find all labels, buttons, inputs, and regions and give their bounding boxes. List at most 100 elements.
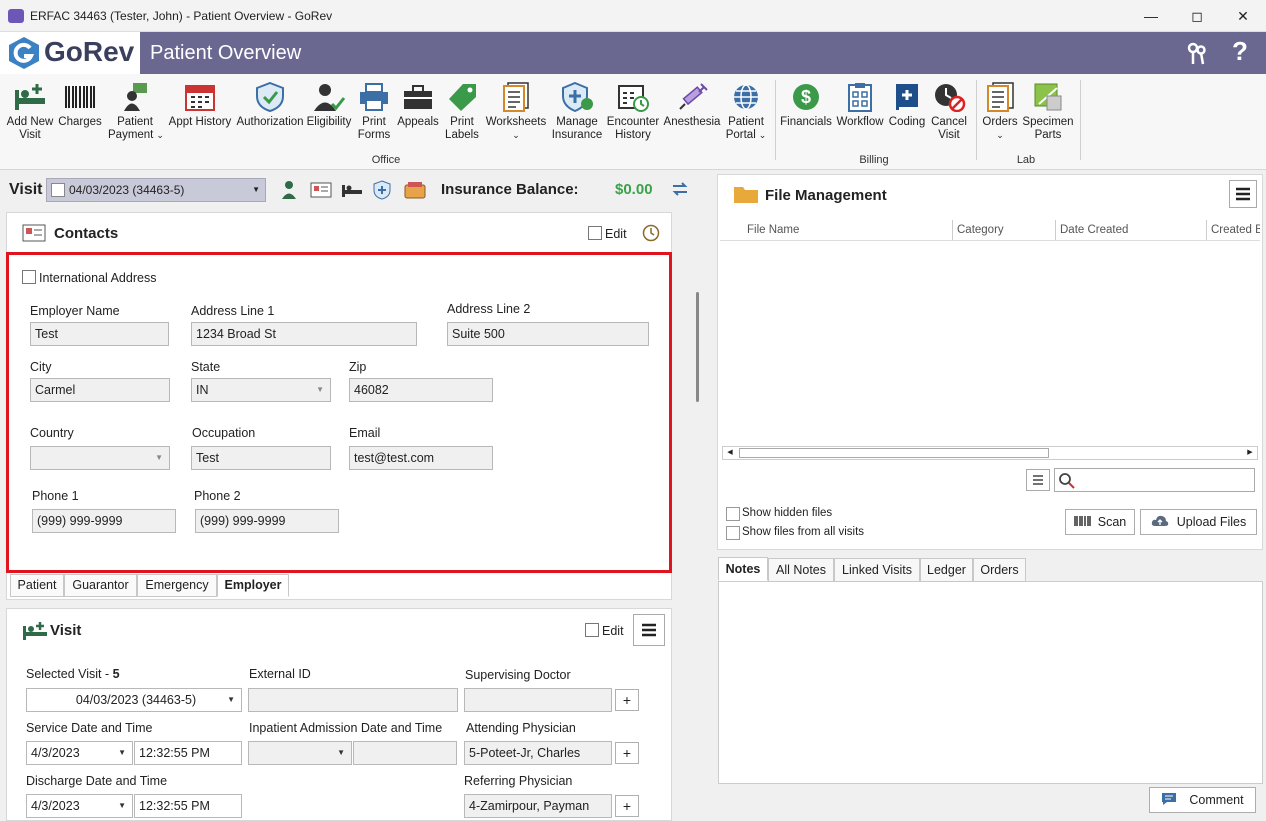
column-created-by[interactable]: Created B <box>1207 220 1260 240</box>
patient-portal-button[interactable]: Patient Portal ⌄ <box>722 80 770 160</box>
inpatient-time-field[interactable] <box>353 741 457 765</box>
service-date-value: 4/3/2023 <box>31 746 80 760</box>
barcode-icon <box>1074 516 1091 526</box>
scan-button[interactable]: Scan <box>1065 509 1135 535</box>
worksheets-button[interactable]: Worksheets ⌄ <box>484 80 548 160</box>
h-scrollbar-thumb[interactable] <box>739 448 1049 458</box>
visit-edit-checkbox[interactable] <box>585 623 599 637</box>
show-hidden-checkbox[interactable] <box>726 507 740 521</box>
minimize-button[interactable]: — <box>1128 0 1174 32</box>
authorization-button[interactable]: Authorization <box>236 80 304 160</box>
international-address-checkbox[interactable] <box>22 270 36 284</box>
add-referring-button[interactable]: + <box>615 795 639 817</box>
address-line-2-field[interactable]: Suite 500 <box>447 322 649 346</box>
address-line-1-field[interactable]: 1234 Broad St <box>191 322 417 346</box>
main-scrollbar[interactable] <box>692 212 704 821</box>
discharge-time-field[interactable]: 12:32:55 PM <box>134 794 242 818</box>
maximize-button[interactable]: ◻ <box>1174 0 1220 32</box>
specimen-parts-button[interactable]: Specimen Parts <box>1022 80 1074 160</box>
external-id-field[interactable] <box>248 688 458 712</box>
bed-icon[interactable] <box>341 182 363 201</box>
add-attending-button[interactable]: + <box>615 742 639 764</box>
eligibility-button[interactable]: Eligibility <box>306 80 352 160</box>
add-new-visit-button[interactable]: Add New Visit <box>4 80 56 160</box>
manage-insurance-button[interactable]: Manage Insurance <box>550 80 604 160</box>
column-date-created[interactable]: Date Created <box>1056 220 1207 240</box>
country-select[interactable]: ▼ <box>30 446 170 470</box>
file-list-view-button[interactable] <box>1026 469 1050 491</box>
zip-field[interactable]: 46082 <box>349 378 493 402</box>
service-time-field[interactable]: 12:32:55 PM <box>134 741 242 765</box>
scrollbar-thumb[interactable] <box>696 292 699 402</box>
coding-button[interactable]: Coding <box>886 80 928 160</box>
insurance-balance-value: $0.00 <box>615 181 653 198</box>
tab-employer[interactable]: Employer <box>217 574 289 597</box>
anesthesia-button[interactable]: Anesthesia <box>662 80 722 160</box>
contact-card-icon[interactable] <box>310 182 332 201</box>
keys-icon[interactable] <box>1184 40 1210 66</box>
attending-physician-field[interactable]: 5-Poteet-Jr, Charles <box>464 741 612 765</box>
ribbon-label: Print <box>362 116 386 128</box>
appeals-button[interactable]: Appeals <box>396 80 440 160</box>
email-field[interactable]: test@test.com <box>349 446 493 470</box>
tab-ledger[interactable]: Ledger <box>920 558 973 582</box>
history-clock-icon[interactable] <box>642 224 660 245</box>
patient-payment-button[interactable]: Patient Payment ⌄ <box>108 80 164 160</box>
file-menu-button[interactable] <box>1229 180 1257 208</box>
referring-physician-field[interactable]: 4-Zamirpour, Payman <box>464 794 612 818</box>
state-select[interactable]: IN ▼ <box>191 378 331 402</box>
ribbon-label: Specimen <box>1022 116 1074 128</box>
print-labels-button[interactable]: Print Labels <box>442 80 482 160</box>
comment-button[interactable]: Comment <box>1149 787 1256 813</box>
tab-notes[interactable]: Notes <box>718 557 768 581</box>
help-icon[interactable]: ? <box>1232 36 1248 67</box>
scroll-right-icon[interactable]: ▶ <box>1243 447 1257 459</box>
cancel-visit-button[interactable]: Cancel Visit <box>928 80 970 160</box>
supervising-doctor-field[interactable] <box>464 688 612 712</box>
phone-2-field[interactable]: (999) 999-9999 <box>195 509 339 533</box>
upload-files-button[interactable]: Upload Files <box>1140 509 1257 535</box>
show-all-visits-checkbox[interactable] <box>726 526 740 540</box>
tab-emergency[interactable]: Emergency <box>137 574 217 597</box>
doctor-icon[interactable] <box>280 180 298 203</box>
charges-button[interactable]: Charges <box>56 80 104 160</box>
refresh-icon[interactable] <box>670 179 690 202</box>
appt-history-button[interactable]: Appt History <box>166 80 234 160</box>
close-button[interactable]: ✕ <box>1220 0 1266 32</box>
visit-menu-button[interactable] <box>633 614 665 646</box>
contacts-edit-checkbox[interactable] <box>588 226 602 240</box>
ribbon-label: Visit <box>938 129 960 141</box>
gorev-logo-icon <box>9 37 39 69</box>
tab-patient[interactable]: Patient <box>10 574 64 597</box>
discharge-date-value: 4/3/2023 <box>31 799 80 813</box>
employer-name-field[interactable]: Test <box>30 322 169 346</box>
tab-orders[interactable]: Orders <box>973 558 1026 582</box>
column-category[interactable]: Category <box>953 220 1056 240</box>
chevron-down-icon: ▼ <box>118 801 126 810</box>
wallet-icon[interactable] <box>404 180 426 203</box>
phone-1-field[interactable]: (999) 999-9999 <box>32 509 176 533</box>
occupation-field[interactable]: Test <box>191 446 331 470</box>
financials-button[interactable]: $ Financials <box>780 80 832 160</box>
workflow-button[interactable]: Workflow <box>834 80 886 160</box>
visit-select[interactable]: 04/03/2023 (34463-5) ▼ <box>46 178 266 202</box>
discharge-date-field[interactable]: 4/3/2023 ▼ <box>26 794 133 818</box>
tab-linked-visits[interactable]: Linked Visits <box>834 558 920 582</box>
scroll-left-icon[interactable]: ◀ <box>723 447 737 459</box>
print-forms-button[interactable]: Print Forms <box>354 80 394 160</box>
tab-all-notes[interactable]: All Notes <box>768 558 834 582</box>
service-date-field[interactable]: 4/3/2023 ▼ <box>26 741 133 765</box>
add-supervising-button[interactable]: + <box>615 689 639 711</box>
inpatient-date-field[interactable]: ▼ <box>248 741 352 765</box>
column-file-name[interactable]: File Name <box>743 220 953 240</box>
visit-checkbox[interactable] <box>51 183 65 197</box>
insurance-card-icon[interactable] <box>372 180 392 203</box>
tab-guarantor[interactable]: Guarantor <box>64 574 137 597</box>
file-search-input[interactable] <box>1054 468 1255 492</box>
city-field[interactable]: Carmel <box>30 378 170 402</box>
encounter-history-button[interactable]: Encounter History <box>604 80 662 160</box>
selected-visit-select[interactable]: 04/03/2023 (34463-5) ▼ <box>26 688 242 712</box>
file-horizontal-scrollbar[interactable]: ◀ ▶ <box>722 446 1258 460</box>
orders-button[interactable]: Orders ⌄ <box>980 80 1020 160</box>
list-icon <box>1033 475 1043 485</box>
